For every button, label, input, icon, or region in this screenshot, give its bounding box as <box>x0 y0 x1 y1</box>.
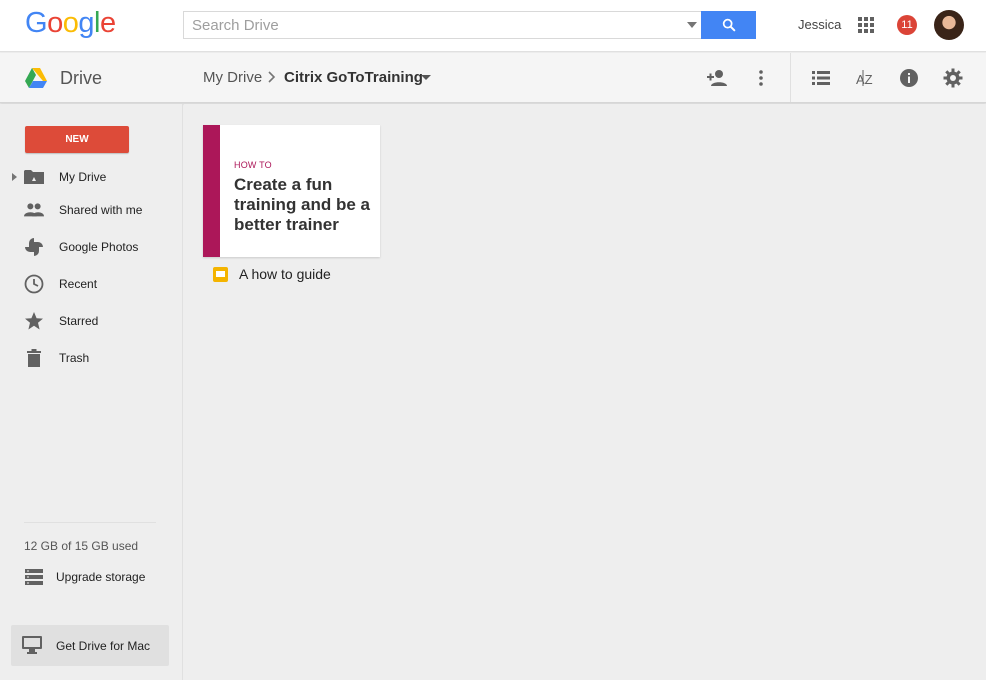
settings-icon[interactable] <box>941 66 965 90</box>
search-box[interactable] <box>183 11 756 39</box>
avatar[interactable] <box>934 10 964 40</box>
clock-icon <box>24 274 44 294</box>
get-drive-label: Get Drive for Mac <box>56 639 151 653</box>
sidebar-divider <box>24 522 156 523</box>
desktop-icon <box>22 636 42 654</box>
chevron-right-icon <box>268 71 276 83</box>
logo-letter: o <box>47 7 63 39</box>
storage-usage-text: 12 GB of 15 GB used <box>24 539 139 553</box>
sidebar-item-trash[interactable]: Trash <box>0 343 183 373</box>
search-button[interactable] <box>701 11 756 39</box>
drive-toolbar: Drive My Drive Citrix GoToTraining AZ <box>0 53 986 103</box>
file-thumbnail[interactable]: HOW TO Create a fun training and be a be… <box>203 125 380 257</box>
thumbnail-eyebrow: HOW TO <box>234 160 272 170</box>
list-view-icon[interactable] <box>809 66 833 90</box>
get-drive-button[interactable]: Get Drive for Mac <box>11 625 169 666</box>
sidebar-item-label: Trash <box>59 351 90 365</box>
people-icon <box>24 200 44 220</box>
slides-icon <box>213 267 228 282</box>
star-icon <box>24 311 44 331</box>
thumbnail-title: Create a fun training and be a better tr… <box>234 175 371 234</box>
upgrade-storage-link[interactable]: Upgrade storage <box>24 566 164 588</box>
svg-text:AZ: AZ <box>856 72 873 87</box>
thumbnail-accent-stripe <box>203 125 220 257</box>
storage-icon <box>25 569 43 585</box>
trash-icon <box>24 348 44 368</box>
logo-letter: g <box>78 7 94 39</box>
logo-letter: e <box>99 7 116 39</box>
info-icon[interactable] <box>897 66 921 90</box>
sidebar: NEW My Drive Shared with me Google Photo… <box>0 104 183 680</box>
sidebar-item-label: Shared with me <box>59 203 143 217</box>
upgrade-storage-label: Upgrade storage <box>56 570 146 584</box>
user-name[interactable]: Jessica <box>798 17 841 32</box>
folder-menu-caret-icon[interactable] <box>421 75 431 80</box>
search-icon <box>722 18 735 32</box>
photos-icon <box>24 237 44 257</box>
logo-letter: o <box>62 7 79 39</box>
my-drive-icon <box>24 167 44 187</box>
search-options-caret-icon[interactable] <box>687 22 697 28</box>
breadcrumb-root[interactable]: My Drive <box>203 69 262 86</box>
file-name: A how to guide <box>239 266 331 282</box>
toolbar-divider <box>790 53 791 102</box>
sidebar-item-label: Starred <box>59 314 99 328</box>
sidebar-item-starred[interactable]: Starred <box>0 306 183 336</box>
google-logo[interactable]: Google <box>25 7 116 40</box>
add-person-icon[interactable] <box>705 66 729 90</box>
sidebar-item-recent[interactable]: Recent <box>0 269 183 299</box>
top-bar: Google Jessica 11 <box>0 0 986 52</box>
sidebar-item-my-drive[interactable]: My Drive <box>0 162 183 192</box>
sidebar-item-label: Google Photos <box>59 240 139 254</box>
sidebar-item-label: Recent <box>59 277 98 291</box>
logo-letter: G <box>25 7 48 39</box>
breadcrumb-current[interactable]: Citrix GoToTraining <box>284 69 423 86</box>
sidebar-item-label: My Drive <box>59 170 107 184</box>
file-grid: HOW TO Create a fun training and be a be… <box>184 104 986 680</box>
notification-badge[interactable]: 11 <box>897 15 917 35</box>
new-button[interactable]: NEW <box>25 126 129 153</box>
drive-logo-icon[interactable] <box>25 68 47 88</box>
sidebar-item-photos[interactable]: Google Photos <box>0 232 183 262</box>
sidebar-item-shared[interactable]: Shared with me <box>0 195 183 225</box>
expand-arrow-icon[interactable] <box>12 173 17 181</box>
sort-az-icon[interactable]: AZ <box>853 66 877 90</box>
apps-grid-icon[interactable] <box>858 17 874 33</box>
more-vert-icon[interactable] <box>749 66 773 90</box>
app-name[interactable]: Drive <box>60 68 102 89</box>
search-input[interactable] <box>184 12 684 38</box>
logo-text: Google <box>25 7 116 40</box>
